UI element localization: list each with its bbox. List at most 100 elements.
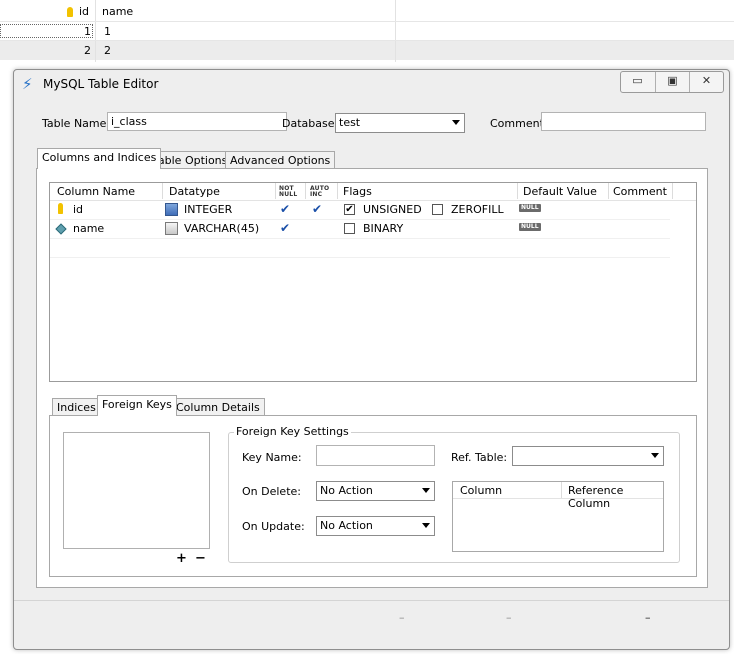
table-name-input[interactable]: i_class [107,112,287,131]
key-name-label: Key Name: [242,451,302,464]
column-diamond-icon [55,223,67,235]
column-separator [608,183,609,199]
comment-input[interactable] [541,112,706,131]
focus-cell [0,24,93,38]
header-not-null[interactable]: NOT NULL [279,186,297,198]
column-name-cell[interactable]: name [73,222,104,235]
header-column[interactable]: Column [460,484,502,497]
column-separator [672,183,673,199]
column-separator [162,183,163,199]
result-grid: id name 1 1 2 2 [0,0,734,62]
not-null-check-icon[interactable]: ✔ [280,202,290,216]
result-cell-name[interactable]: 1 [104,25,111,38]
footer-button[interactable]: – [399,611,405,624]
ref-table-select[interactable] [512,446,664,466]
window-title: MySQL Table Editor [43,77,159,91]
window-controls: ▭ ▣ ✕ [620,71,724,93]
footer-button[interactable]: – [645,611,651,624]
on-delete-select[interactable]: No Action [316,481,435,501]
remove-foreign-key-button[interactable]: − [195,551,206,566]
table-editor-window: ⚡ MySQL Table Editor ▭ ▣ ✕ Table Name: i… [13,69,730,650]
column-mapping-header: Column Reference Column [453,482,663,510]
result-header-name[interactable]: name [102,5,133,18]
grid-divider [0,40,734,41]
binary-checkbox[interactable] [344,223,355,234]
column-name-cell[interactable]: id [73,203,83,216]
titlebar[interactable]: ⚡ MySQL Table Editor ▭ ▣ ✕ [14,70,729,98]
binary-label: BINARY [363,222,404,235]
column-separator [305,183,306,199]
minimize-button[interactable]: ▭ [621,72,654,92]
columns-grid-header: Column Name Datatype NOT NULL AUTO INC Fla… [50,183,696,201]
footer-divider [14,600,729,601]
auto-inc-check-icon[interactable]: ✔ [312,202,322,216]
on-update-value: No Action [320,519,373,532]
primary-key-icon [58,203,63,214]
grid-divider [0,21,734,22]
column-separator [517,183,518,199]
not-null-check-icon[interactable]: ✔ [280,221,290,235]
key-name-input[interactable] [316,445,435,466]
database-label: Database: [282,117,339,130]
zerofill-checkbox[interactable] [432,204,443,215]
header-auto-inc[interactable]: AUTO INC [310,186,329,198]
integer-type-icon [165,203,178,216]
varchar-type-icon [165,222,178,235]
header-flags[interactable]: Flags [343,185,372,198]
unsigned-checkbox[interactable]: ✔ [344,204,355,215]
chevron-down-icon [422,523,430,528]
on-update-select[interactable]: No Action [316,516,435,536]
result-header-id[interactable]: id [79,5,89,18]
table-row[interactable]: name VARCHAR(45) ✔ BINARY NULL [50,219,696,238]
tab-column-details[interactable]: Column Details [171,398,265,416]
table-name-label: Table Name: [42,117,111,130]
header-comment[interactable]: Comment [613,185,667,198]
columns-grid[interactable]: Column Name Datatype NOT NULL AUTO INC Fla… [49,182,697,382]
key-icon [67,5,73,18]
tab-foreign-keys[interactable]: Foreign Keys [97,395,177,416]
columns-panel: Column Name Datatype NOT NULL AUTO INC Fla… [36,168,708,588]
on-delete-value: No Action [320,484,373,497]
header-datatype[interactable]: Datatype [169,185,220,198]
tab-columns-and-indices[interactable]: Columns and Indices [37,148,162,169]
chevron-down-icon [422,488,430,493]
table-row[interactable]: id INTEGER ✔ ✔ ✔ UNSIGNED ZEROFILL NULL [50,200,696,219]
header-default-value[interactable]: Default Value [523,185,597,198]
result-grid-header: id name [0,2,734,21]
chevron-down-icon [452,120,460,125]
row-divider [50,238,670,239]
datatype-cell[interactable]: VARCHAR(45) [184,222,259,235]
foreign-keys-panel: + − Foreign Key Settings Key Name: Ref. … [49,415,697,577]
on-delete-label: On Delete: [242,485,301,498]
header-reference-column[interactable]: Reference Column [568,484,663,510]
row-divider [50,257,670,258]
ref-table-label: Ref. Table: [451,451,508,464]
default-value-null-badge[interactable]: NULL [519,204,541,212]
foreign-key-list[interactable] [63,432,210,549]
unsigned-label: UNSIGNED [363,203,422,216]
tab-advanced-options[interactable]: Advanced Options [225,151,336,169]
result-row[interactable]: 1 1 [0,22,734,41]
database-value: test [339,116,361,129]
result-cell-name[interactable]: 2 [104,44,111,57]
footer-button[interactable]: – [506,611,512,624]
comment-label: Comment: [490,117,548,130]
result-cell-id[interactable]: 2 [84,44,91,57]
maximize-button[interactable]: ▣ [655,72,689,92]
foreign-key-settings-title: Foreign Key Settings [234,425,351,438]
header-column-name[interactable]: Column Name [57,185,135,198]
chevron-down-icon [651,453,659,458]
tab-indices[interactable]: Indices [52,398,101,416]
default-value-null-badge[interactable]: NULL [519,223,541,231]
on-update-label: On Update: [242,520,305,533]
result-row[interactable]: 2 2 [0,41,734,60]
column-separator [337,183,338,199]
column-mapping-grid[interactable]: Column Reference Column [452,481,664,552]
grid-divider [395,0,396,62]
database-select[interactable]: test [335,113,465,133]
zerofill-label: ZEROFILL [451,203,504,216]
datatype-cell[interactable]: INTEGER [184,203,232,216]
column-separator [561,482,562,498]
close-button[interactable]: ✕ [689,72,723,92]
add-foreign-key-button[interactable]: + [176,551,187,566]
